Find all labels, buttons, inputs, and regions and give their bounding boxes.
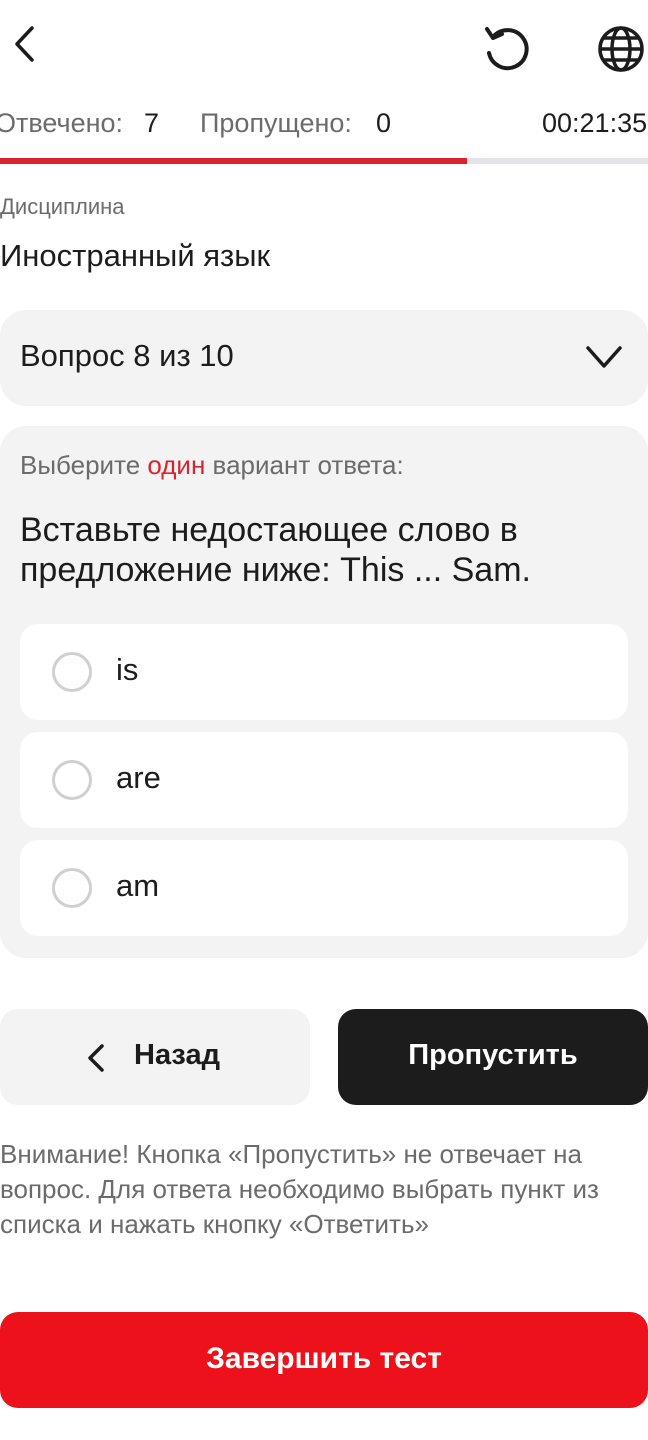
answered-label: Отвечено: bbox=[0, 108, 124, 138]
question-text: Вставьте недостающее слово в предложение… bbox=[20, 511, 531, 589]
skip-button-label: Пропустить bbox=[408, 1039, 578, 1071]
chevron-down-icon bbox=[586, 346, 622, 368]
answer-option-is[interactable]: is bbox=[20, 624, 628, 720]
answer-instruction: Выберите один вариант ответа: bbox=[20, 450, 404, 481]
skipped-count: 0 bbox=[376, 108, 392, 138]
progress-fill bbox=[0, 158, 467, 164]
reset-button[interactable] bbox=[480, 22, 534, 76]
skipped-label: Пропущено: bbox=[200, 108, 352, 138]
instruction-accent: один bbox=[147, 450, 206, 480]
discipline-label: Дисциплина bbox=[0, 194, 125, 219]
skip-button[interactable]: Пропустить bbox=[338, 1009, 648, 1105]
top-bar bbox=[0, 0, 648, 96]
question-selector-label: Вопрос 8 из 10 bbox=[20, 338, 234, 373]
globe-icon bbox=[598, 26, 644, 72]
answer-option-are[interactable]: are bbox=[20, 732, 628, 828]
reset-icon bbox=[485, 27, 529, 71]
instruction-text: Выберите bbox=[20, 450, 148, 480]
chevron-left-icon bbox=[15, 26, 34, 62]
question-selector[interactable]: Вопрос 8 из 10 bbox=[0, 310, 648, 406]
option-label: are bbox=[116, 760, 161, 795]
language-button[interactable] bbox=[594, 22, 648, 76]
answered-count: 7 bbox=[144, 108, 160, 138]
chevron-left-icon bbox=[88, 1044, 104, 1072]
finish-test-label: Завершить тест bbox=[206, 1342, 442, 1375]
progress-bar bbox=[0, 158, 648, 164]
radio-button[interactable] bbox=[52, 868, 92, 908]
timer: 00:21:35 bbox=[542, 108, 648, 138]
radio-button[interactable] bbox=[52, 652, 92, 692]
instruction-text: вариант ответа: bbox=[205, 450, 404, 480]
radio-button[interactable] bbox=[52, 760, 92, 800]
finish-test-button[interactable]: Завершить тест bbox=[0, 1312, 648, 1408]
skip-warning: Внимание! Кнопка «Пропустить» не отвечае… bbox=[0, 1139, 599, 1239]
stats-row: Отвечено: 7 Пропущено: 0 00:21:35 bbox=[0, 108, 648, 148]
option-label: is bbox=[116, 652, 139, 687]
back-nav-button[interactable] bbox=[4, 22, 44, 66]
back-button[interactable]: Назад bbox=[0, 1009, 310, 1105]
option-label: am bbox=[116, 868, 160, 903]
discipline-value: Иностранный язык bbox=[0, 238, 271, 273]
back-button-label: Назад bbox=[134, 1039, 220, 1071]
answer-option-am[interactable]: am bbox=[20, 840, 628, 936]
